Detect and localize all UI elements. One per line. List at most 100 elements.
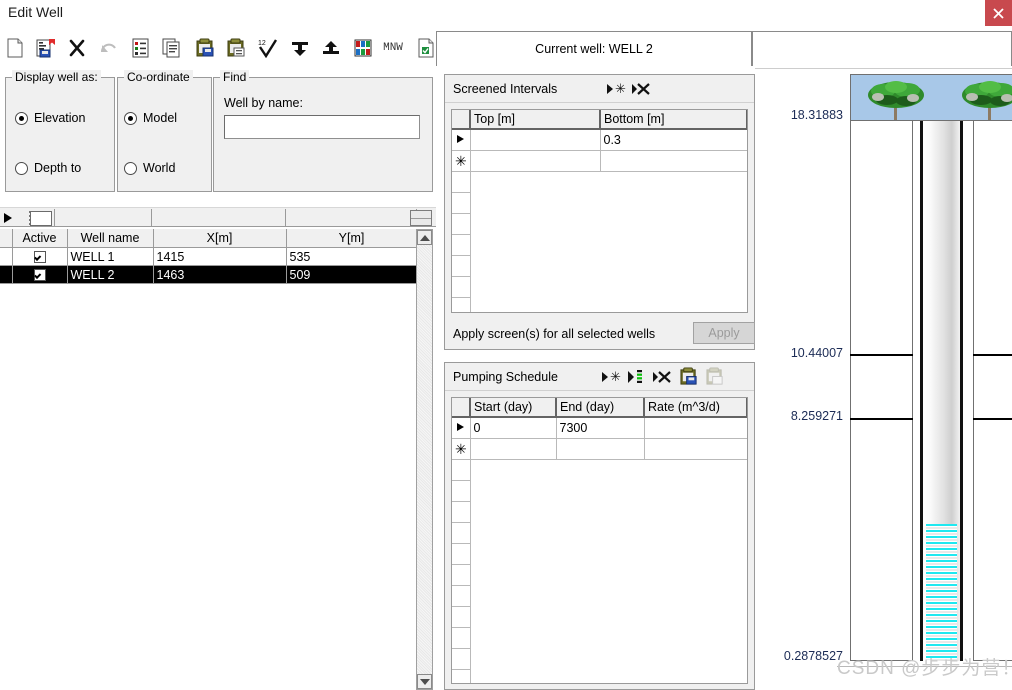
layer-line-right-2 xyxy=(973,418,1012,420)
delete-row-icon[interactable] xyxy=(650,366,676,388)
scroll-down-button[interactable] xyxy=(417,674,432,689)
well-grid-corner xyxy=(0,229,13,248)
radio-world[interactable]: World xyxy=(124,161,175,175)
checkbox-active[interactable] xyxy=(33,251,46,264)
mnw-icon[interactable]: MNW xyxy=(376,34,410,62)
filler-cell xyxy=(470,669,747,683)
chevron-up-icon xyxy=(419,234,430,241)
cell-active[interactable] xyxy=(12,247,68,266)
scroll-up-button[interactable] xyxy=(417,230,432,245)
svg-text:✳: ✳ xyxy=(615,82,626,96)
copy-icon[interactable] xyxy=(159,34,185,62)
radio-elevation[interactable]: Elevation xyxy=(15,111,85,125)
check-numbers-icon[interactable]: 12 xyxy=(255,34,281,62)
filter-cell-wellname[interactable] xyxy=(55,209,152,226)
save-well-icon[interactable] xyxy=(33,34,59,62)
title-bar: Edit Well xyxy=(0,0,1012,28)
cell-active[interactable] xyxy=(12,265,68,284)
pumping-schedule-grid: Start (day) End (day) Rate (m^3/d) 0 730… xyxy=(452,398,747,683)
filter-cell-x[interactable] xyxy=(152,209,286,226)
radio-world-indicator xyxy=(124,161,137,175)
tab-secondary[interactable] xyxy=(752,31,1012,66)
new-row-header[interactable]: ✳ xyxy=(452,150,471,172)
close-button[interactable] xyxy=(985,0,1012,26)
cell-x[interactable]: 1463 xyxy=(153,265,287,284)
filler-row-header xyxy=(452,543,471,565)
delete-well-icon[interactable] xyxy=(64,34,90,62)
well-grid-scrollbar[interactable] xyxy=(416,229,433,690)
insert-row-icon[interactable] xyxy=(624,366,650,388)
import-clipboard-icon[interactable] xyxy=(192,34,218,62)
checkbox-active[interactable] xyxy=(33,269,46,282)
well-cross-section-view[interactable]: 18.31883 10.44007 8.259271 0.2878527 CSD… xyxy=(755,68,1012,690)
filler-row xyxy=(452,606,747,628)
asterisk-new-row-icon: ✳ xyxy=(455,153,467,169)
import-clipboard-icon[interactable] xyxy=(676,366,702,388)
row-header[interactable] xyxy=(452,417,471,439)
screen-grid-col-bottom[interactable]: Bottom [m] xyxy=(600,110,747,130)
cell-end[interactable]: 7300 xyxy=(556,417,645,439)
row-header[interactable] xyxy=(0,265,13,284)
cell-x[interactable]: 1415 xyxy=(153,247,287,266)
new-well-icon[interactable] xyxy=(2,34,28,62)
cell-rate-new[interactable] xyxy=(644,438,747,460)
table-row[interactable]: WELL 2 1463 509 xyxy=(0,265,418,284)
filler-row xyxy=(452,522,747,544)
filter-spinner[interactable] xyxy=(410,210,432,226)
radio-model[interactable]: Model xyxy=(124,111,177,125)
cell-start-new[interactable] xyxy=(470,438,557,460)
filler-row xyxy=(452,564,747,586)
row-header[interactable] xyxy=(0,247,13,266)
export-clipboard-icon[interactable] xyxy=(223,34,249,62)
color-columns-icon[interactable] xyxy=(350,34,376,62)
pumping-schedule-grid-frame: Start (day) End (day) Rate (m^3/d) 0 730… xyxy=(451,397,748,684)
row-header[interactable] xyxy=(452,129,471,151)
pump-grid-col-rate[interactable]: Rate (m^3/d) xyxy=(644,398,747,418)
move-down-icon[interactable] xyxy=(287,34,313,62)
new-row[interactable]: ✳ xyxy=(452,150,747,172)
cell-y[interactable]: 509 xyxy=(286,265,418,284)
cell-y[interactable]: 535 xyxy=(286,247,418,266)
filler-cell xyxy=(470,459,747,481)
table-row[interactable]: WELL 1 1415 535 xyxy=(0,247,418,266)
move-up-icon[interactable] xyxy=(318,34,344,62)
well-grid-col-wellname[interactable]: Well name xyxy=(67,229,154,248)
radio-depth-to[interactable]: Depth to xyxy=(15,161,81,175)
cell-top-new[interactable] xyxy=(470,150,601,172)
add-row-icon[interactable]: ✳ xyxy=(598,366,624,388)
filler-row xyxy=(452,585,747,607)
well-by-name-input[interactable] xyxy=(224,115,420,139)
well-grid-col-x[interactable]: X[m] xyxy=(153,229,287,248)
filler-row xyxy=(452,171,747,193)
pump-grid-col-end[interactable]: End (day) xyxy=(556,398,645,418)
new-row-header[interactable]: ✳ xyxy=(452,438,471,460)
cell-well-name[interactable]: WELL 2 xyxy=(67,265,154,284)
well-grid-col-y[interactable]: Y[m] xyxy=(286,229,418,248)
delete-row-icon[interactable] xyxy=(629,78,655,100)
find-group: Find Well by name: xyxy=(213,70,433,192)
table-row[interactable]: 5 0.3 xyxy=(452,129,747,151)
cell-end-new[interactable] xyxy=(556,438,645,460)
page-title: Edit Well xyxy=(8,4,63,20)
cell-well-name[interactable]: WELL 1 xyxy=(67,247,154,266)
cell-bottom[interactable]: 0.3 xyxy=(600,129,747,151)
cell-start[interactable]: 0 xyxy=(470,417,557,439)
well-grid: Active Well name X[m] Y[m] WELL 1 1415 5… xyxy=(0,229,418,284)
screen-grid-col-top[interactable]: Top [m] xyxy=(470,110,601,130)
filler-row-header xyxy=(452,213,471,235)
new-row[interactable]: ✳ xyxy=(452,438,747,460)
filter-edit-box[interactable] xyxy=(30,211,52,226)
well-grid-col-active[interactable]: Active xyxy=(12,229,68,248)
cell-bottom-new[interactable] xyxy=(600,150,747,172)
tab-current-well[interactable]: Current well: WELL 2 xyxy=(436,31,752,66)
cell-top[interactable]: 5 xyxy=(470,129,601,151)
cell-rate[interactable]: -550 xyxy=(644,417,747,439)
table-row[interactable]: 0 7300 -550 xyxy=(452,417,747,439)
filter-cell-y[interactable] xyxy=(286,209,417,226)
list-properties-icon[interactable] xyxy=(128,34,154,62)
filler-row xyxy=(452,192,747,214)
apply-button[interactable]: Apply xyxy=(693,322,755,344)
add-row-icon[interactable]: ✳ xyxy=(603,78,629,100)
filler-row xyxy=(452,459,747,481)
pump-grid-col-start[interactable]: Start (day) xyxy=(470,398,557,418)
